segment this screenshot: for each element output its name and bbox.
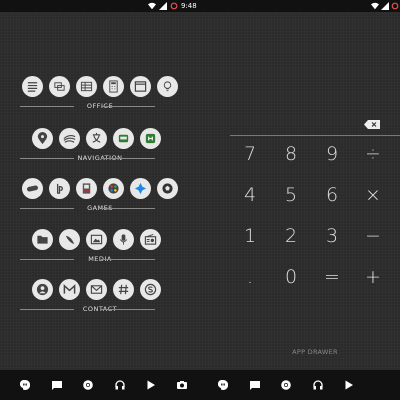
playstation-icon[interactable] [49,178,70,199]
gallery-icon[interactable] [85,229,107,250]
calc-key[interactable]: 6 [312,175,352,215]
group-contact: CONTACT [0,279,200,313]
arcade-icon[interactable] [76,178,97,199]
notes-icon[interactable] [22,76,43,97]
chrome-icon[interactable] [281,380,291,390]
calc-key[interactable]: 7 [230,134,270,174]
calc-key[interactable]: 9 [312,134,352,174]
messages-icon[interactable] [250,380,260,390]
group-office: OFFICE [0,76,200,110]
group-label-office: OFFICE [0,102,200,110]
sheets-icon[interactable] [76,76,97,97]
radio-icon[interactable] [139,229,161,250]
psp-icon[interactable] [130,178,151,199]
calculator-widget: 7 8 9 ÷ 4 5 6 × 1 2 3−. 0 = + [230,118,400,308]
hangouts-icon[interactable] [20,380,30,390]
chrome-icon[interactable] [83,380,93,390]
group-label-media: MEDIA [0,255,200,263]
translate-icon[interactable] [85,128,107,149]
calc-key[interactable]: 1 [230,216,270,256]
signal-icon [381,2,389,10]
backspace-icon[interactable] [364,120,380,129]
group-games: GAMES [0,178,200,212]
status-right [371,0,399,12]
play-store-icon[interactable] [344,380,354,390]
calc-key[interactable]: 4 [230,175,270,215]
skype-icon[interactable] [139,279,161,300]
feather-icon[interactable] [58,229,80,250]
group-navigation: NAVIGATION [0,128,200,162]
hashtag-icon[interactable] [112,279,134,300]
status-center: 9:48 [148,0,197,12]
play-store-icon[interactable] [146,380,156,390]
emulator-icon[interactable] [103,178,124,199]
messages-icon[interactable] [52,380,62,390]
folder-icon[interactable] [31,229,53,250]
calc-key[interactable]: − [353,216,393,256]
calc-key[interactable]: 3 [312,216,352,256]
group-label-contact: CONTACT [0,305,200,313]
calc-key[interactable]: 2 [271,216,311,256]
gamepad-icon[interactable] [22,178,43,199]
status-time: 9:48 [181,2,197,10]
app-drawer-label[interactable]: APP DRAWER [270,348,360,356]
calc-key[interactable]: 5 [271,175,311,215]
lightbulb-icon[interactable] [157,76,178,97]
group-media: MEDIA [0,229,200,263]
group-label-navigation: NAVIGATION [0,154,200,162]
browser-window-icon[interactable] [130,76,151,97]
wifi-icon [371,2,379,10]
headphones-icon[interactable] [313,380,323,390]
slides-icon[interactable] [49,76,70,97]
contacts-icon[interactable] [31,279,53,300]
maps-pin-icon[interactable] [31,128,53,149]
calculator-icon[interactable] [103,76,124,97]
camera-icon[interactable] [177,380,187,390]
soccer-ball-icon[interactable] [157,178,178,199]
group-label-games: GAMES [0,204,200,212]
calc-key[interactable]: 8 [271,134,311,174]
microphone-icon[interactable] [112,229,134,250]
gmail-icon[interactable] [58,279,80,300]
calc-key[interactable]: + [353,257,393,297]
sync-icon [170,2,178,10]
calc-key[interactable]: × [353,175,393,215]
calc-key[interactable]: . [230,257,270,297]
headphones-icon[interactable] [115,380,125,390]
calc-key[interactable]: = [312,257,352,297]
status-bar: 9:48 [0,0,400,12]
transit-icon[interactable] [112,128,134,149]
stumble-icon[interactable] [139,128,161,149]
dock [0,370,400,400]
phone-icon[interactable] [218,380,228,390]
calc-key[interactable]: 0 [271,257,311,297]
calc-key[interactable]: ÷ [353,134,393,174]
wifi-icon [148,2,156,10]
signal-icon [159,2,167,10]
earth-icon[interactable] [58,128,80,149]
folder-panel: OFFICE NAVIGATION GAMES MEDIA CONTACT [0,12,200,370]
sync-icon [391,2,399,10]
email-icon[interactable] [85,279,107,300]
